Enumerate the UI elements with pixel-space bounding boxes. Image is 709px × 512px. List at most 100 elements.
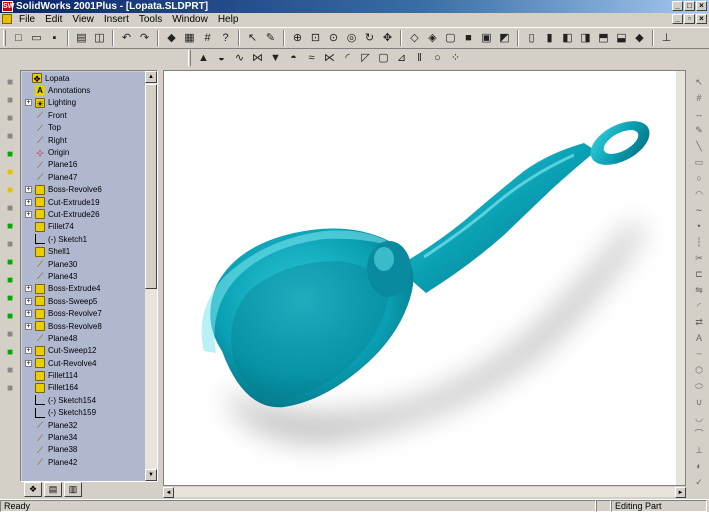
tree-item[interactable]: (-) Sketch1 — [22, 233, 145, 245]
left-tool-feature-18-button[interactable]: ■ — [2, 381, 18, 397]
expand-toggle[interactable]: + — [25, 347, 32, 355]
fillet-button[interactable]: ◜ — [691, 299, 707, 313]
menu-view[interactable]: View — [67, 13, 99, 26]
perspective-button[interactable]: ◩ — [496, 30, 513, 47]
tangent-arc-button[interactable]: ◡ — [691, 411, 707, 425]
select-button[interactable]: ↖ — [244, 30, 261, 47]
tree-item[interactable]: ⟋ Plane43 — [22, 270, 145, 282]
tree-item[interactable]: (-) Sketch159 — [22, 407, 145, 419]
select-button[interactable]: ↖ — [691, 75, 707, 89]
revolve-button[interactable]: ◒ — [213, 50, 230, 67]
left-tool-feature-15-button[interactable]: ■ — [2, 327, 18, 343]
shaded-button[interactable]: ■ — [460, 30, 477, 47]
mirror-button[interactable]: ⇋ — [691, 283, 707, 297]
tree-item[interactable]: + Cut-Sweep12 — [22, 345, 145, 357]
left-view-button[interactable]: ◧ — [559, 30, 576, 47]
tree-item[interactable]: ⟋ Plane30 — [22, 258, 145, 270]
left-tool-feature-6-button[interactable]: ■ — [2, 165, 18, 181]
arc-button[interactable]: ◠ — [691, 187, 707, 201]
tree-item[interactable]: + ☀ Lighting — [22, 97, 145, 109]
cut-extrude-button[interactable]: ▼ — [267, 50, 284, 67]
right-view-button[interactable]: ◨ — [577, 30, 594, 47]
menu-help[interactable]: Help — [213, 13, 244, 26]
left-tool-feature-11-button[interactable]: ■ — [2, 255, 18, 271]
undo-button[interactable]: ↶ — [118, 30, 135, 47]
tree-item[interactable]: ⟋ Plane48 — [22, 332, 145, 344]
display-button[interactable]: ◐ — [691, 459, 707, 473]
scroll-up-button[interactable]: ▲ — [145, 71, 157, 83]
tree-item[interactable]: ⟋ Right — [22, 134, 145, 146]
menu-edit[interactable]: Edit — [40, 13, 67, 26]
grid-button[interactable]: # — [199, 30, 216, 47]
expand-toggle[interactable]: + — [25, 99, 32, 107]
document-icon[interactable] — [2, 14, 12, 24]
tree-item[interactable]: ⟋ Plane32 — [22, 419, 145, 431]
tree-item[interactable]: + Boss-Revolve7 — [22, 307, 145, 319]
expand-toggle[interactable]: + — [25, 310, 32, 318]
feature-manager-tab[interactable]: ❖ — [24, 482, 42, 497]
back-view-button[interactable]: ▮ — [541, 30, 558, 47]
scoop-model[interactable] — [164, 71, 686, 486]
expand-toggle[interactable]: + — [25, 210, 32, 218]
graphics-horizontal-scrollbar[interactable]: ◄ ► — [163, 486, 686, 498]
expand-toggle[interactable]: + — [25, 186, 32, 194]
three-point-arc-button[interactable]: ⌒ — [691, 427, 707, 441]
zoom-in-out-button[interactable]: ⊙ — [325, 30, 342, 47]
convert-button[interactable]: ⇄ — [691, 315, 707, 329]
tree-item[interactable]: ⟋ Top — [22, 122, 145, 134]
left-tool-feature-4-button[interactable]: ■ — [2, 129, 18, 145]
sweep-button[interactable]: ∿ — [231, 50, 248, 67]
top-view-button[interactable]: ⬒ — [595, 30, 612, 47]
spline-button[interactable]: ∼ — [691, 203, 707, 217]
centerline-button[interactable]: ┆ — [691, 235, 707, 249]
chamfer-button[interactable]: ◸ — [357, 50, 374, 67]
bottom-view-button[interactable]: ⬓ — [613, 30, 630, 47]
save-button[interactable]: ▪ — [46, 30, 63, 47]
tree-item[interactable]: + Cut-Revolve4 — [22, 357, 145, 369]
menu-insert[interactable]: Insert — [99, 13, 134, 26]
rectangle-button[interactable]: ▭ — [691, 155, 707, 169]
new-button[interactable]: □ — [10, 30, 27, 47]
zoom-window-button[interactable]: ⊡ — [307, 30, 324, 47]
tree-item[interactable]: A Annotations — [22, 84, 145, 96]
tree-vertical-scrollbar[interactable]: ▲ ▼ — [145, 71, 157, 481]
scroll-right-button[interactable]: ► — [675, 487, 686, 498]
left-tool-feature-14-button[interactable]: ■ — [2, 309, 18, 325]
tree-item[interactable]: ⟋ Plane47 — [22, 171, 145, 183]
hidden-lines-button[interactable]: ◈ — [424, 30, 441, 47]
offset-button[interactable]: ⊏ — [691, 267, 707, 281]
redo-button[interactable]: ↷ — [136, 30, 153, 47]
configuration-manager-tab[interactable]: ▥ — [64, 482, 82, 497]
toolbar-grip[interactable] — [188, 50, 191, 66]
title-bar[interactable]: SW SolidWorks 2001Plus - [Lopata.SLDPRT]… — [0, 0, 709, 13]
sketch-button[interactable]: ✎ — [691, 123, 707, 137]
draft-button[interactable]: ⊿ — [393, 50, 410, 67]
tree-item[interactable]: ⟋ Plane34 — [22, 431, 145, 443]
left-tool-feature-12-button[interactable]: ■ — [2, 273, 18, 289]
cut-revolve-button[interactable]: ◓ — [285, 50, 302, 67]
hidden-removed-button[interactable]: ▢ — [442, 30, 459, 47]
print-button[interactable]: ▤ — [73, 30, 90, 47]
left-tool-feature-10-button[interactable]: ■ — [2, 237, 18, 253]
tree-item[interactable]: + Cut-Extrude26 — [22, 208, 145, 220]
menu-window[interactable]: Window — [167, 13, 213, 26]
scroll-thumb[interactable] — [145, 84, 157, 289]
tree-item[interactable]: + Boss-Revolve8 — [22, 320, 145, 332]
tree-item[interactable]: (-) Sketch154 — [22, 394, 145, 406]
front-view-button[interactable]: ▯ — [523, 30, 540, 47]
graphics-area[interactable] — [163, 70, 686, 486]
extrude-button[interactable]: ▲ — [195, 50, 212, 67]
iso-view-button[interactable]: ◆ — [631, 30, 648, 47]
property-manager-tab[interactable]: ▤ — [44, 482, 62, 497]
zoom-selection-button[interactable]: ◎ — [343, 30, 360, 47]
smart-dimension-button[interactable]: ↔ — [691, 107, 707, 121]
line-button[interactable]: ╲ — [691, 139, 707, 153]
wireframe-button[interactable]: ◇ — [406, 30, 423, 47]
solidworks-app-icon[interactable]: SW — [2, 1, 14, 12]
scroll-left-button[interactable]: ◄ — [163, 487, 174, 498]
shell-button[interactable]: ▢ — [375, 50, 392, 67]
tree-item[interactable]: + Boss-Revolve6 — [22, 184, 145, 196]
polygon-button[interactable]: ⬡ — [691, 363, 707, 377]
doc-restore-button[interactable]: ▫ — [684, 14, 695, 24]
tree-item[interactable]: ⟋ Front — [22, 109, 145, 121]
